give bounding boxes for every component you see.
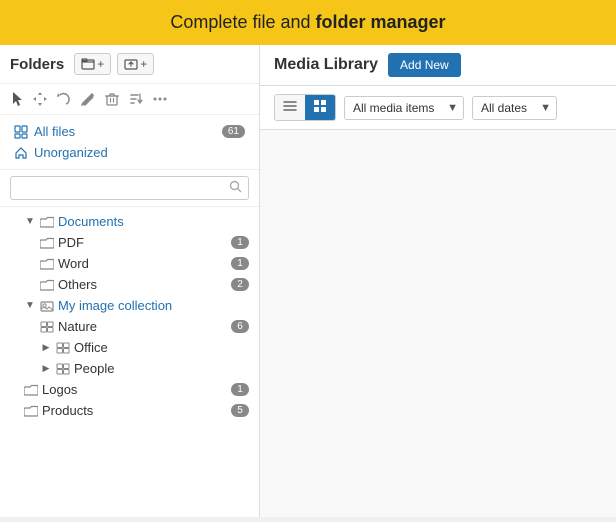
gallery-icon-2 — [56, 342, 70, 354]
main-layout: Folders + + — [0, 45, 616, 517]
banner-bold: folder manager — [316, 12, 446, 32]
new-folder-plus: + — [97, 57, 104, 71]
new-folder-button[interactable]: + — [74, 53, 111, 75]
delete-icon[interactable] — [104, 91, 120, 107]
nature-badge: 6 — [231, 320, 249, 333]
undo-icon[interactable] — [56, 91, 72, 107]
chevron-down-icon: ▼ — [24, 216, 36, 227]
media-title: Media Library — [274, 56, 378, 74]
view-toggle — [274, 94, 336, 121]
unorganized-label: Unorganized — [34, 145, 108, 160]
filter-items-select[interactable]: All media items Images Audio Video Docum… — [344, 96, 464, 120]
tree-area: ▼ Documents PDF 1 — [0, 207, 259, 517]
upload-button[interactable]: + — [117, 53, 154, 75]
new-folder-icon — [81, 57, 95, 71]
chevron-down-icon-2: ▼ — [24, 300, 36, 311]
media-toolbar: All media items Images Audio Video Docum… — [260, 86, 616, 130]
products-label: Products — [42, 403, 227, 418]
word-label: Word — [58, 256, 227, 271]
folder-icon-products — [24, 405, 38, 417]
right-panel: Media Library Add New — [260, 45, 616, 517]
search-input[interactable] — [10, 176, 249, 200]
tree-item-office[interactable]: ▶ Office — [0, 337, 259, 358]
tree-item-products[interactable]: Products 5 — [0, 400, 259, 421]
nature-label: Nature — [58, 319, 227, 334]
sort-icon[interactable] — [128, 91, 144, 107]
gallery-folder-icon — [40, 300, 54, 312]
add-new-button[interactable]: Add New — [388, 53, 461, 77]
left-panel-inner: Folders + + — [0, 45, 259, 517]
products-badge: 5 — [231, 404, 249, 417]
search-box — [0, 170, 259, 207]
top-banner: Complete file and folder manager — [0, 0, 616, 45]
more-icon[interactable] — [152, 91, 168, 107]
logos-label: Logos — [42, 382, 227, 397]
folders-header: Folders + + — [0, 45, 259, 84]
tree-item-pdf[interactable]: PDF 1 — [0, 232, 259, 253]
folder-icon — [40, 237, 54, 249]
folder-icon — [40, 216, 54, 228]
people-label: People — [74, 361, 249, 376]
banner-text: Complete file and folder manager — [170, 12, 445, 32]
all-files-badge: 61 — [222, 125, 245, 138]
media-content — [260, 130, 616, 517]
cursor-icon[interactable] — [10, 90, 24, 108]
upload-icon — [124, 57, 138, 71]
list-view-button[interactable] — [275, 95, 305, 120]
folder-icon-logos — [24, 384, 38, 396]
all-files-label: All files — [34, 124, 75, 139]
filter-dates-select[interactable]: All dates 2024 2023 2022 — [472, 96, 557, 120]
search-wrapper — [10, 176, 249, 200]
upload-plus: + — [140, 57, 147, 71]
move-icon[interactable] — [32, 91, 48, 107]
filter-dates-wrapper: All dates 2024 2023 2022 ▼ — [472, 96, 557, 120]
logos-badge: 1 — [231, 383, 249, 396]
tree-item-image-collection[interactable]: ▼ My image collection — [0, 295, 259, 316]
tree-item-nature[interactable]: Nature 6 — [0, 316, 259, 337]
tree-item-others[interactable]: Others 2 — [0, 274, 259, 295]
others-badge: 2 — [231, 278, 249, 291]
grid-view-button[interactable] — [305, 95, 335, 120]
others-label: Others — [58, 277, 227, 292]
chevron-right-icon-office: ▶ — [40, 342, 52, 353]
list-icon — [283, 99, 297, 113]
tree-item-word[interactable]: Word 1 — [0, 253, 259, 274]
chevron-right-icon-people: ▶ — [40, 363, 52, 374]
all-files-icon — [14, 125, 28, 139]
image-collection-label: My image collection — [58, 298, 249, 313]
gallery-icon — [40, 321, 54, 333]
pdf-label: PDF — [58, 235, 227, 250]
grid-icon — [313, 99, 327, 113]
quick-links: All files 61 Unorganized — [0, 115, 259, 170]
tree-item-people[interactable]: ▶ People — [0, 358, 259, 379]
home-icon — [14, 146, 28, 160]
filter-items-wrapper: All media items Images Audio Video Docum… — [344, 96, 464, 120]
word-badge: 1 — [231, 257, 249, 270]
folders-title: Folders — [10, 56, 64, 73]
documents-label: Documents — [58, 214, 249, 229]
office-label: Office — [74, 340, 249, 355]
pdf-badge: 1 — [231, 236, 249, 249]
folder-icon — [40, 279, 54, 291]
edit-icon[interactable] — [80, 91, 96, 107]
toolbar — [0, 84, 259, 115]
tree-item-documents[interactable]: ▼ Documents — [0, 211, 259, 232]
all-files-link[interactable]: All files 61 — [10, 121, 249, 142]
left-panel: Folders + + — [0, 45, 260, 517]
media-header: Media Library Add New — [260, 45, 616, 86]
gallery-icon-3 — [56, 363, 70, 375]
unorganized-link[interactable]: Unorganized — [10, 142, 249, 163]
folder-icon — [40, 258, 54, 270]
tree-item-logos[interactable]: Logos 1 — [0, 379, 259, 400]
